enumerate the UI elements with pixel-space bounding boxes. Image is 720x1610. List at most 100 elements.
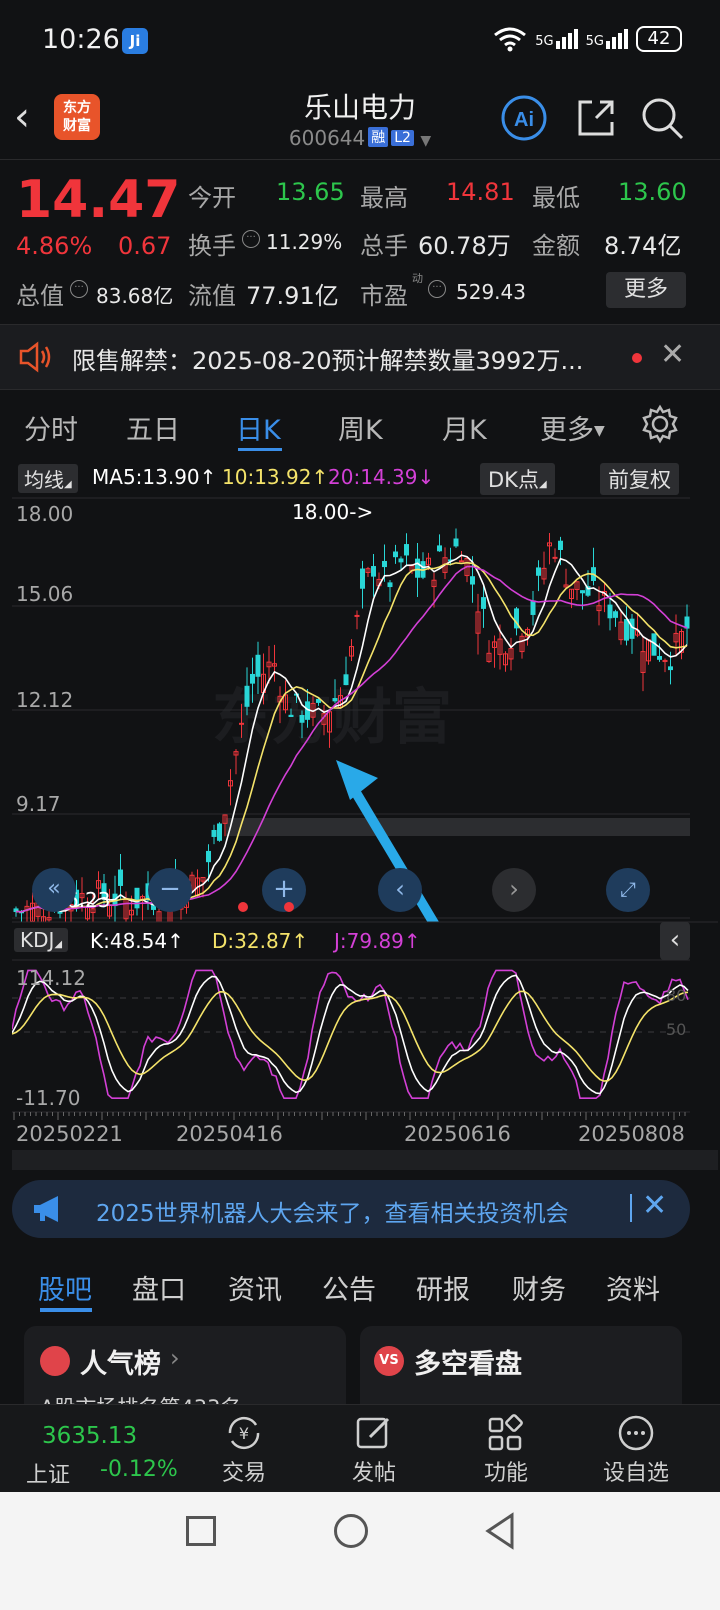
minus-icon[interactable]: − <box>148 868 192 912</box>
tab-announcements[interactable]: 公告 <box>322 1268 376 1307</box>
ma-selector-button[interactable]: 均线◢ <box>18 464 78 493</box>
candle-body <box>371 566 376 577</box>
kline-chart-area[interactable]: 东方财富 均线◢ MA5:13.90↑ 10:13.92↑ 20:14.39↓ … <box>11 460 718 1170</box>
change-percent: 4.86% <box>16 232 93 260</box>
open-label: 今开 <box>188 184 236 212</box>
candle-body <box>255 654 261 677</box>
date-label-3: 20250616 <box>404 1122 511 1146</box>
candle-body <box>217 823 222 841</box>
unlock-notice[interactable]: 限售解禁：2025-08-20预计解禁数量3992万... ✕ <box>0 324 720 390</box>
zoom-out-left-icon[interactable]: « <box>32 868 76 912</box>
back-nav-icon[interactable] <box>484 1512 516 1550</box>
caret-down-icon: ▼ <box>594 423 605 439</box>
turnover-value: 11.29% <box>266 230 343 254</box>
candle-body <box>481 597 486 609</box>
signal-icon-2: 5G <box>586 29 628 49</box>
adjust-button[interactable]: 前复权 <box>600 463 679 495</box>
dk-point-button[interactable]: DK点◢ <box>480 463 555 495</box>
divider <box>630 1194 632 1222</box>
candle-body <box>239 722 244 725</box>
kdj-j-value: J:79.89↑ <box>334 929 421 953</box>
bottom-bar: 3635.13 上证 -0.12% ¥ 交易 发帖 功能 设自选 <box>0 1404 720 1492</box>
candle-body <box>118 869 123 886</box>
index-value: 3635.13 <box>42 1423 138 1449</box>
popularity-card[interactable]: 人气榜 › A股市场排名第433名 <box>24 1326 346 1416</box>
edit-icon <box>356 1417 390 1449</box>
stock-code: 600644 <box>288 126 366 150</box>
search-icon[interactable] <box>638 94 686 142</box>
index-ticker[interactable]: 3635.13 上证 -0.12% <box>0 1405 200 1493</box>
app-notification-icon: Ji <box>122 28 148 54</box>
add-watchlist-button[interactable]: 设自选 <box>586 1405 686 1487</box>
close-icon[interactable]: ✕ <box>642 1188 667 1223</box>
home-icon[interactable] <box>334 1514 368 1548</box>
tab-five-day[interactable]: 五日 <box>126 408 180 447</box>
tab-daily-k[interactable]: 日K <box>236 408 281 447</box>
popularity-title: 人气榜 <box>80 1349 161 1380</box>
trade-button[interactable]: ¥ 交易 <box>194 1405 294 1487</box>
indicator-panel-toggle-icon[interactable]: ‹ <box>660 922 690 960</box>
chevron-left-icon[interactable]: ‹ <box>378 868 422 912</box>
promo-banner[interactable]: 2025世界机器人大会来了，查看相关投资机会 ✕ <box>12 1180 690 1238</box>
candle-body <box>459 560 464 563</box>
unread-dot <box>632 353 642 363</box>
candle-body <box>558 540 563 550</box>
close-icon[interactable]: ✕ <box>660 337 685 372</box>
chevron-right-icon: › <box>170 1344 180 1372</box>
candle-body <box>453 538 459 547</box>
open-value: 13.65 <box>276 178 345 206</box>
svg-text:Ai: Ai <box>514 109 534 131</box>
high-marker: 18.00-> <box>292 500 374 524</box>
candle-body <box>624 619 629 641</box>
more-button[interactable]: 更多 <box>606 272 686 308</box>
bull-bear-card[interactable]: VS 多空看盘 <box>360 1326 682 1416</box>
info-icon[interactable]: ··· <box>428 280 446 298</box>
recents-icon[interactable] <box>186 1516 216 1546</box>
tab-monthly-k[interactable]: 月K <box>442 408 487 447</box>
tab-finance[interactable]: 财务 <box>512 1268 566 1307</box>
turnover-label: 换手 <box>188 232 236 260</box>
last-price: 14.47 <box>16 170 181 230</box>
kline-chart[interactable]: 东方财富 <box>11 460 718 1170</box>
float-cap-label: 流值 <box>188 282 236 310</box>
info-icon[interactable]: ··· <box>70 280 88 298</box>
tab-more[interactable]: 更多▼ <box>540 408 605 447</box>
functions-label: 功能 <box>483 1461 528 1486</box>
low-value: 13.60 <box>618 178 687 206</box>
settings-gear-icon[interactable] <box>640 404 680 444</box>
ranking-icon <box>40 1346 70 1376</box>
active-tab-indicator <box>238 448 282 451</box>
candle-body <box>387 582 393 588</box>
kdj-top-label: 114.12 <box>16 966 86 990</box>
kdj-selector-button[interactable]: KDJ◢ <box>14 928 69 952</box>
chevron-right-icon[interactable]: › <box>492 868 536 912</box>
ai-assistant-icon[interactable]: Ai <box>500 94 548 142</box>
kdj-d-value: D:32.87↑ <box>212 929 309 953</box>
signal-icon-1: 5G <box>535 29 578 49</box>
tab-profile[interactable]: 资料 <box>606 1268 660 1307</box>
tab-pankou[interactable]: 盘口 <box>132 1268 186 1307</box>
share-icon[interactable] <box>572 94 620 142</box>
tab-research[interactable]: 研报 <box>416 1268 470 1307</box>
vs-icon: VS <box>374 1346 404 1376</box>
grid-icon <box>488 1414 523 1451</box>
post-label: 发帖 <box>351 1461 396 1486</box>
pe-label: 市盈 <box>360 282 408 310</box>
post-button[interactable]: 发帖 <box>324 1405 424 1487</box>
notice-text: 限售解禁：2025-08-20预计解禁数量3992万... <box>72 347 584 375</box>
functions-button[interactable]: 功能 <box>456 1405 556 1487</box>
info-icon[interactable]: ··· <box>242 230 260 248</box>
tab-weekly-k[interactable]: 周K <box>338 408 383 447</box>
fullscreen-icon[interactable]: ⤢ <box>606 868 650 912</box>
candle-body <box>530 600 536 615</box>
event-dot <box>284 902 294 912</box>
market-cap-label: 总值 <box>16 282 64 310</box>
tab-news[interactable]: 资讯 <box>228 1268 282 1307</box>
active-tab-indicator <box>40 1308 92 1312</box>
date-label-1: 20250221 <box>16 1122 123 1146</box>
tab-intraday[interactable]: 分时 <box>24 408 78 447</box>
candle-body <box>404 544 409 556</box>
tab-guba[interactable]: 股吧 <box>38 1268 92 1307</box>
bull-bear-title: 多空看盘 <box>414 1349 522 1380</box>
candle-body <box>607 604 613 619</box>
